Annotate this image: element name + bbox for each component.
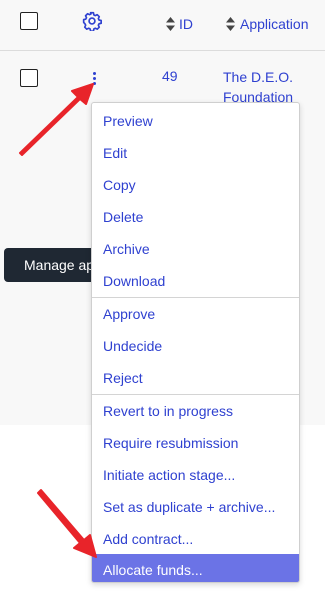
menu-item-revert-to-in-progress[interactable]: Revert to in progress — [92, 395, 299, 427]
menu-item-set-as-duplicate-archive[interactable]: Set as duplicate + archive... — [92, 491, 299, 523]
menu-item-reject[interactable]: Reject — [92, 362, 299, 394]
menu-item-add-contract[interactable]: Add contract... — [92, 523, 299, 555]
row-id[interactable]: 49 — [162, 66, 178, 86]
column-header-id[interactable]: ID — [179, 16, 193, 32]
more-options-icon[interactable] — [90, 72, 98, 88]
menu-item-approve[interactable]: Approve — [92, 298, 299, 330]
menu-item-edit[interactable]: Edit — [92, 137, 299, 169]
sort-icon[interactable] — [226, 17, 235, 31]
select-all-checkbox[interactable] — [20, 12, 38, 30]
menu-item-archive[interactable]: Archive — [92, 233, 299, 265]
application-name-line1: The D.E.O. — [223, 69, 294, 85]
red-arrow-icon — [37, 489, 97, 558]
row-checkbox[interactable] — [20, 69, 38, 87]
column-header-application[interactable]: Application — [240, 16, 309, 32]
gear-icon[interactable] — [82, 11, 102, 31]
row-application[interactable]: The D.E.O. Foundation — [223, 67, 313, 104]
actions-dropdown-menu: Preview Edit Copy Delete Archive Downloa… — [91, 102, 300, 583]
menu-item-allocate-funds[interactable]: Allocate funds... — [92, 554, 299, 582]
menu-item-delete[interactable]: Delete — [92, 201, 299, 233]
menu-item-preview[interactable]: Preview — [92, 105, 299, 137]
sort-icon[interactable] — [166, 17, 175, 31]
menu-item-undecide[interactable]: Undecide — [92, 330, 299, 362]
menu-item-require-resubmission[interactable]: Require resubmission — [92, 427, 299, 459]
table-header: ID Application — [0, 0, 325, 51]
menu-item-copy[interactable]: Copy — [92, 169, 299, 201]
menu-item-initiate-action-stage[interactable]: Initiate action stage... — [92, 459, 299, 491]
menu-item-download[interactable]: Download — [92, 265, 299, 297]
